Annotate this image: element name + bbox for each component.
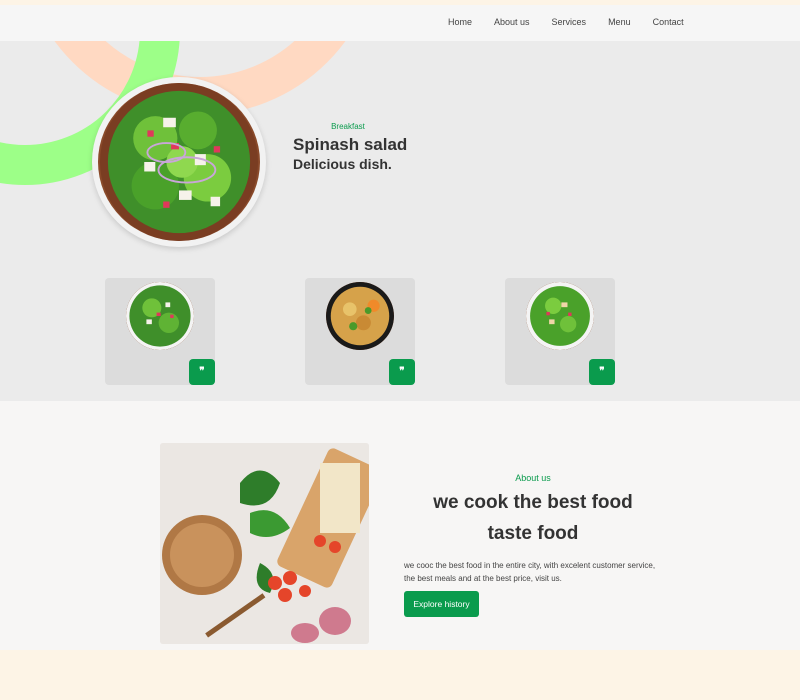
about-title: we cook the best food taste food: [403, 487, 663, 549]
nav-contact[interactable]: Contact: [653, 17, 684, 27]
nav-about-us[interactable]: About us: [494, 17, 530, 27]
hero-title: Spinash salad: [293, 135, 408, 154]
dish-card-3[interactable]: ❞: [505, 278, 615, 385]
dish-card-1-image: [126, 282, 194, 350]
hero-salad-image: [98, 83, 260, 241]
about-title-line-2: taste food: [487, 523, 579, 544]
quote-icon[interactable]: ❞: [189, 359, 215, 385]
about-paragraph: we cooc the best food in the entire city…: [404, 561, 656, 583]
quote-icon[interactable]: ❞: [389, 359, 415, 385]
about-food-image: [160, 443, 369, 644]
nav-services[interactable]: Services: [552, 17, 587, 27]
nav-menu[interactable]: Menu: [608, 17, 631, 27]
about-kicker: About us: [515, 473, 551, 483]
nav-home[interactable]: Home: [448, 17, 472, 27]
about-section: About us we cook the best food taste foo…: [0, 401, 800, 650]
quote-icon[interactable]: ❞: [589, 359, 615, 385]
hero-text-block: Breakfast Spinash salad Delicious dish.: [293, 122, 407, 173]
hero-subtitle: Delicious dish.: [293, 156, 392, 172]
dish-card-1[interactable]: ❞: [105, 278, 215, 385]
page-frame: Home About us Services Menu Contact Brea…: [0, 5, 800, 650]
hero-section: Home About us Services Menu Contact Brea…: [0, 5, 800, 401]
explore-history-button[interactable]: Explore history: [404, 591, 479, 617]
dish-card-3-image: [526, 282, 594, 350]
dish-card-2[interactable]: ❞: [305, 278, 415, 385]
hero-kicker: Breakfast: [331, 122, 365, 131]
main-nav: Home About us Services Menu Contact: [448, 17, 706, 27]
top-navbar: Home About us Services Menu Contact: [0, 5, 800, 41]
dish-card-2-image: [326, 282, 394, 350]
about-title-line-1: we cook the best food: [433, 492, 633, 513]
